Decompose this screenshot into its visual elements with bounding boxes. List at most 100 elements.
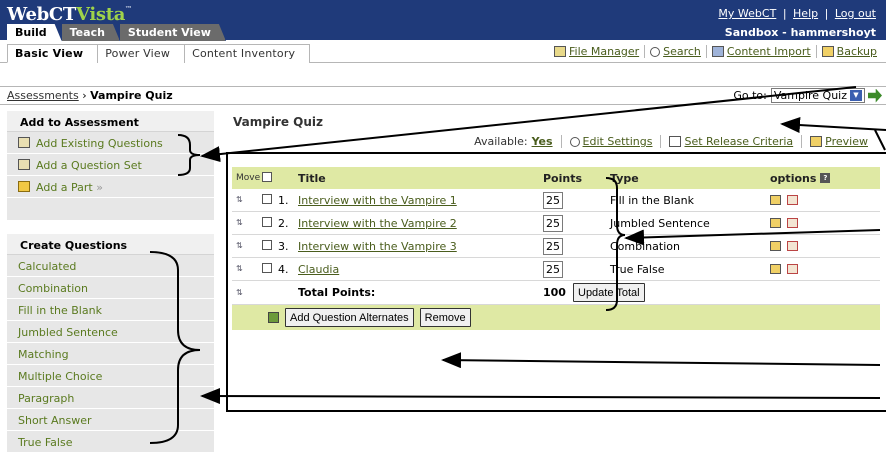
delete-icon[interactable] (787, 218, 798, 228)
top-tabs: Build Teach Student View (7, 24, 226, 41)
edit-icon[interactable] (770, 195, 781, 205)
remove-button[interactable]: Remove (419, 308, 471, 327)
edit-icon[interactable] (770, 264, 781, 274)
question-title-link[interactable]: Interview with the Vampire 2 (298, 217, 457, 230)
sidebar-spacer (7, 198, 214, 220)
question-set-icon (18, 159, 30, 170)
breadcrumb-assessments[interactable]: Assessments (7, 89, 79, 102)
create-paragraph[interactable]: Paragraph (7, 387, 214, 409)
create-short-answer[interactable]: Short Answer (7, 409, 214, 431)
delete-icon[interactable] (787, 241, 798, 251)
delete-icon[interactable] (787, 264, 798, 274)
points-input[interactable]: 25 (543, 260, 563, 278)
set-release-criteria-link[interactable]: Set Release Criteria (684, 135, 793, 148)
file-manager-icon (553, 46, 566, 57)
view-tab-bar: Basic View Power View Content Inventory … (0, 41, 886, 63)
help-icon[interactable]: ? (820, 173, 831, 183)
tab-content-inventory[interactable]: Content Inventory (184, 44, 311, 63)
tab-power-view[interactable]: Power View (97, 44, 186, 63)
row-checkbox[interactable] (262, 239, 272, 250)
move-handle-icon[interactable]: ⇅ (236, 218, 243, 227)
add-existing-questions-item[interactable]: Add Existing Questions (7, 132, 214, 154)
tab-teach[interactable]: Teach (62, 24, 120, 41)
top-links: My WebCT | Help | Log out (718, 7, 876, 20)
points-input[interactable]: 25 (543, 191, 563, 209)
points-input[interactable]: 25 (543, 214, 563, 232)
goto-select[interactable]: Vampire Quiz ▼ (770, 88, 865, 103)
question-table: Move Title Points Type options? ⇅ 1. Int… (232, 167, 880, 330)
gear-icon (569, 136, 580, 147)
create-multiple-choice[interactable]: Multiple Choice (7, 365, 214, 387)
goto-control: Go to: Vampire Quiz ▼ (733, 88, 882, 103)
total-points-label: Total Points: (298, 286, 376, 299)
go-arrow-icon[interactable] (868, 88, 882, 103)
checkmark-icon (268, 312, 279, 323)
question-type: True False (610, 262, 665, 276)
arrow-preview (874, 129, 886, 151)
create-questions-heading: Create Questions (7, 234, 214, 255)
my-webct-link[interactable]: My WebCT (718, 7, 776, 20)
available-yes-link[interactable]: Yes (532, 135, 553, 148)
logout-link[interactable]: Log out (835, 7, 876, 20)
folder-icon (18, 181, 30, 192)
col-move: Move (236, 173, 261, 183)
question-title-link[interactable]: Claudia (298, 263, 339, 276)
tab-basic-view[interactable]: Basic View (7, 44, 99, 63)
row-checkbox[interactable] (262, 262, 272, 273)
add-to-assessment-heading: Add to Assessment (7, 111, 214, 132)
row-checkbox[interactable] (262, 216, 272, 227)
create-fill-in-the-blank[interactable]: Fill in the Blank (7, 299, 214, 321)
create-jumbled-sentence[interactable]: Jumbled Sentence (7, 321, 214, 343)
move-handle-icon[interactable]: ⇅ (236, 241, 243, 250)
edit-icon[interactable] (770, 241, 781, 251)
tab-build[interactable]: Build (7, 24, 62, 41)
toolbar: File Manager Search Content Import Backu… (549, 45, 882, 58)
preview-icon (810, 136, 823, 147)
question-title-link[interactable]: Interview with the Vampire 1 (298, 194, 457, 207)
search-icon (650, 46, 661, 57)
backup-icon (821, 46, 834, 57)
goto-label: Go to: (733, 89, 767, 102)
release-criteria-icon (669, 136, 682, 147)
total-row: ⇅ Total Points: 100 Update Total (232, 281, 880, 305)
create-calculated[interactable]: Calculated (7, 255, 214, 277)
table-row: ⇅ 1. Interview with the Vampire 1 25 Fil… (232, 189, 880, 212)
move-handle-icon[interactable]: ⇅ (236, 288, 243, 297)
backup-link[interactable]: Backup (817, 45, 882, 58)
move-handle-icon[interactable]: ⇅ (236, 264, 243, 273)
existing-questions-icon (18, 137, 30, 148)
breadcrumb-current: Vampire Quiz (90, 89, 173, 102)
add-question-set-item[interactable]: Add a Question Set (7, 154, 214, 176)
edit-icon[interactable] (770, 218, 781, 228)
table-header: Move Title Points Type options? (232, 167, 880, 189)
points-input[interactable]: 25 (543, 237, 563, 255)
file-manager-link[interactable]: File Manager (549, 45, 646, 58)
arrow-release (780, 117, 886, 134)
add-part-item[interactable]: Add a Part » (7, 176, 214, 198)
create-true-false[interactable]: True False (7, 431, 214, 453)
create-matching[interactable]: Matching (7, 343, 214, 365)
question-type: Jumbled Sentence (610, 216, 710, 230)
help-link[interactable]: Help (793, 7, 818, 20)
preview-link[interactable]: Preview (825, 135, 868, 148)
search-link[interactable]: Search (645, 45, 707, 58)
alternates-row: Add Question Alternates Remove (232, 305, 880, 330)
delete-icon[interactable] (787, 195, 798, 205)
breadcrumb: Assessments › Vampire Quiz (7, 89, 173, 102)
tab-student-view[interactable]: Student View (120, 24, 226, 41)
move-handle-icon[interactable]: ⇅ (236, 195, 243, 204)
question-title-link[interactable]: Interview with the Vampire 3 (298, 240, 457, 253)
content-import-link[interactable]: Content Import (707, 45, 817, 58)
update-total-button[interactable]: Update Total (573, 283, 645, 302)
row-checkbox[interactable] (262, 193, 272, 204)
content-import-icon (711, 46, 724, 57)
table-row: ⇅ 4. Claudia 25 True False (232, 258, 880, 281)
select-all-checkbox[interactable] (262, 171, 272, 182)
question-type: Combination (610, 239, 680, 253)
edit-settings-link[interactable]: Edit Settings (583, 135, 653, 148)
total-points-value: 100 (543, 286, 566, 299)
assessment-status-bar: Available: Yes Edit Settings Set Release… (474, 135, 868, 148)
create-combination[interactable]: Combination (7, 277, 214, 299)
breadcrumb-bar: Assessments › Vampire Quiz Go to: Vampir… (0, 86, 886, 105)
add-question-alternates-button[interactable]: Add Question Alternates (285, 308, 414, 327)
